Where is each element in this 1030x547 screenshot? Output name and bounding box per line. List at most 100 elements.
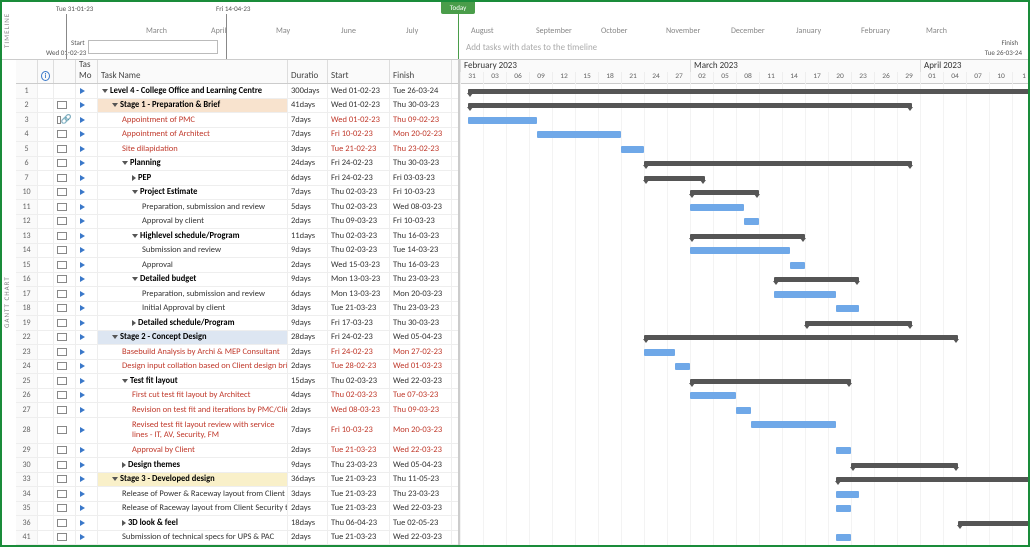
duration-cell[interactable]: 36days <box>288 473 328 487</box>
table-row[interactable]: 22Stage 2 - Concept Design28daysFri 24-0… <box>16 331 458 346</box>
task-name-cell[interactable]: Design input collation based on Client d… <box>98 360 288 374</box>
row-info[interactable] <box>38 258 54 272</box>
row-id[interactable]: 11 <box>16 200 38 214</box>
row-task-mode[interactable] <box>76 113 98 127</box>
gantt-row[interactable] <box>460 516 1028 531</box>
row-indicators[interactable] <box>54 84 76 98</box>
gantt-row[interactable] <box>460 345 1028 360</box>
row-info[interactable] <box>38 458 54 472</box>
gantt-row[interactable] <box>460 128 1028 143</box>
finish-cell[interactable]: Thu 16-03-23 <box>390 229 452 243</box>
row-indicators[interactable] <box>54 157 76 171</box>
row-info[interactable] <box>38 157 54 171</box>
task-bar[interactable] <box>621 146 644 153</box>
table-row[interactable]: 2Stage 1 - Preparation & Brief41daysWed … <box>16 99 458 114</box>
row-info[interactable] <box>38 273 54 287</box>
start-cell[interactable]: Tue 21-02-23 <box>328 142 390 156</box>
row-indicators[interactable] <box>54 389 76 403</box>
task-name-cell[interactable]: Release of Power & Raceway layout from C… <box>98 487 288 501</box>
row-id[interactable]: 15 <box>16 258 38 272</box>
task-table-body[interactable]: 1Level 4 - College Office and Learning C… <box>16 84 458 545</box>
row-info[interactable] <box>38 444 54 458</box>
row-info[interactable] <box>38 215 54 229</box>
table-row[interactable]: 15Approval2daysWed 15-03-23Thu 16-03-23 <box>16 258 458 273</box>
gantt-row[interactable] <box>460 99 1028 114</box>
row-indicators[interactable] <box>54 302 76 316</box>
gantt-row[interactable] <box>460 287 1028 302</box>
start-cell[interactable]: Tue 28-02-23 <box>328 360 390 374</box>
start-cell[interactable]: Tue 21-03-23 <box>328 531 390 545</box>
duration-cell[interactable]: 300days <box>288 84 328 98</box>
col-header-task-name[interactable]: Task Name <box>98 60 288 83</box>
task-name-cell[interactable]: Appointment of Architect <box>98 128 288 142</box>
duration-cell[interactable]: 2days <box>288 258 328 272</box>
summary-bar[interactable] <box>690 190 759 195</box>
duration-cell[interactable]: 2days <box>288 215 328 229</box>
summary-bar[interactable] <box>468 89 1028 94</box>
row-task-mode[interactable] <box>76 345 98 359</box>
duration-cell[interactable]: 3days <box>288 142 328 156</box>
summary-bar[interactable] <box>774 277 858 282</box>
start-cell[interactable]: Tue 21-03-23 <box>328 444 390 458</box>
row-info[interactable] <box>38 389 54 403</box>
start-cell[interactable]: Thu 09-03-23 <box>328 215 390 229</box>
expand-icon[interactable] <box>132 320 136 326</box>
table-row[interactable]: 1Level 4 - College Office and Learning C… <box>16 84 458 99</box>
duration-cell[interactable]: 2days <box>288 502 328 516</box>
row-info[interactable] <box>38 516 54 530</box>
finish-cell[interactable]: Tue 02-05-23 <box>390 516 452 530</box>
finish-cell[interactable]: Wed 08-03-23 <box>390 200 452 214</box>
row-info[interactable] <box>38 99 54 113</box>
row-task-mode[interactable] <box>76 229 98 243</box>
row-id[interactable]: 4 <box>16 128 38 142</box>
row-id[interactable]: 36 <box>16 516 38 530</box>
start-cell[interactable]: Mon 13-03-23 <box>328 287 390 301</box>
duration-cell[interactable]: 9days <box>288 273 328 287</box>
start-cell[interactable]: Wed 01-02-23 <box>328 99 390 113</box>
duration-cell[interactable]: 3days <box>288 487 328 501</box>
row-indicators[interactable] <box>54 473 76 487</box>
row-id[interactable]: 10 <box>16 186 38 200</box>
gantt-row[interactable] <box>460 458 1028 473</box>
start-cell[interactable]: Wed 01-02-23 <box>328 84 390 98</box>
task-bar[interactable] <box>805 321 912 326</box>
task-name-cell[interactable]: Stage 2 - Concept Design <box>98 331 288 345</box>
row-id[interactable]: 41 <box>16 531 38 545</box>
row-info[interactable] <box>38 171 54 185</box>
table-row[interactable]: 41Submission of technical specs for UPS … <box>16 531 458 546</box>
task-name-cell[interactable]: Design themes <box>98 458 288 472</box>
row-id[interactable]: 5 <box>16 142 38 156</box>
task-name-cell[interactable]: Appointment of PMC <box>98 113 288 127</box>
task-name-cell[interactable]: 3D look & feel <box>98 516 288 530</box>
start-cell[interactable]: Mon 13-03-23 <box>328 273 390 287</box>
table-row[interactable]: 7PEP6daysFri 24-02-23Fri 03-03-23 <box>16 171 458 186</box>
finish-cell[interactable]: Thu 30-03-23 <box>390 316 452 330</box>
row-task-mode[interactable] <box>76 531 98 545</box>
finish-cell[interactable]: Tue 14-03-23 <box>390 244 452 258</box>
row-info[interactable] <box>38 113 54 127</box>
task-bar[interactable] <box>690 247 790 254</box>
row-task-mode[interactable] <box>76 444 98 458</box>
summary-bar[interactable] <box>644 335 958 340</box>
row-task-mode[interactable] <box>76 516 98 530</box>
row-indicators[interactable] <box>54 331 76 345</box>
row-id[interactable]: 18 <box>16 302 38 316</box>
start-cell[interactable]: Wed 08-03-23 <box>328 403 390 417</box>
finish-cell[interactable]: Thu 23-03-23 <box>390 273 452 287</box>
finish-cell[interactable]: Wed 22-03-23 <box>390 531 452 545</box>
start-cell[interactable]: Thu 23-03-23 <box>328 458 390 472</box>
row-id[interactable]: 30 <box>16 458 38 472</box>
gantt-row[interactable] <box>460 389 1028 404</box>
task-table[interactable]: i Tas Mo Task Name Duratio Start Finish … <box>16 60 458 545</box>
row-info[interactable] <box>38 316 54 330</box>
table-row[interactable]: 363D look & feel18daysThu 06-04-23Tue 02… <box>16 516 458 531</box>
row-indicators[interactable] <box>54 186 76 200</box>
row-id[interactable]: 2 <box>16 99 38 113</box>
duration-cell[interactable]: 11days <box>288 229 328 243</box>
collapse-icon[interactable] <box>122 161 128 165</box>
row-info[interactable] <box>38 142 54 156</box>
row-info[interactable] <box>38 84 54 98</box>
finish-cell[interactable]: Thu 30-03-23 <box>390 157 452 171</box>
task-name-cell[interactable]: Level 4 - College Office and Learning Ce… <box>98 84 288 98</box>
gantt-row[interactable] <box>460 418 1028 444</box>
